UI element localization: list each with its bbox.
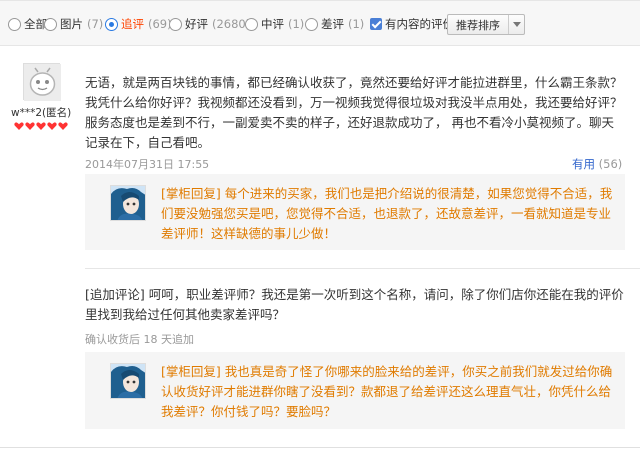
seller-portrait-icon [111,186,145,220]
sort-selected-value: 推荐排序 [456,18,500,32]
followup-meta: 确认收货后 18 天追加 [85,333,194,346]
seller-reply-text: [掌柜回复] 每个进来的买家，我们也是把介绍说的很清楚，如果您觉得不合适，我们要… [161,186,613,241]
default-avatar-icon [24,64,61,101]
filter-with-content[interactable]: 有内容的评价 [370,15,454,33]
filter-neutral[interactable]: 中评 (1) [245,15,304,33]
filter-pictures-radio[interactable] [44,17,57,31]
filter-positive-radio[interactable] [169,17,182,31]
heart-icon [58,119,68,130]
filter-negative-radio[interactable] [305,17,318,31]
seller-portrait-icon [111,364,145,398]
with-content-checkbox[interactable] [370,18,382,30]
filter-followup-radio[interactable] [105,17,118,31]
useful-count: (56) [598,157,623,171]
review-date: 2014年07月31日 17:55 [85,158,210,171]
seller-reply: [掌柜回复] 每个进来的买家，我们也是把介绍说的很清楚，如果您觉得不合适，我们要… [85,174,625,250]
reviewer-username: w***2(匿名) [11,107,72,119]
seller-followup-reply-text: [掌柜回复] 我也真是奇了怪了你哪来的脸来给的差评，你买之前我们就发过给你确认收… [161,364,613,419]
followup-comment-text: [追加评论] 呵呵，职业差评师？我还是第一次听到这个名称，请问，除了你们店你还能… [85,287,624,322]
filter-positive[interactable]: 好评 (2680) [169,15,250,33]
filter-pictures[interactable]: 图片 (7) [44,15,103,33]
divider [0,447,640,448]
seller-avatar [110,185,146,221]
filter-negative-count: (1) [348,17,365,31]
filter-neutral-label: 中评 [261,17,284,31]
with-content-label: 有内容的评价 [385,17,454,31]
filter-negative-label: 差评 [321,17,344,31]
filter-pictures-count: (7) [87,17,104,31]
useful-label: 有用 [572,157,595,171]
divider [85,268,640,269]
useful-button[interactable]: 有用 (56) [572,156,622,172]
heart-icon [14,119,24,130]
filter-neutral-count: (1) [288,17,305,31]
filter-all-radio[interactable] [8,17,21,31]
filter-positive-label: 好评 [185,17,208,31]
filter-followup[interactable]: 追评 (69) [105,15,172,33]
sort-dropdown[interactable]: 推荐排序 [447,14,525,35]
reviewer-rank-icons [14,119,68,130]
heart-icon [47,119,57,130]
filter-all[interactable]: 全部 [8,15,47,33]
heart-icon [25,119,35,130]
filter-negative[interactable]: 差评 (1) [305,15,364,33]
filter-followup-label: 追评 [121,17,144,31]
review-filter-bar: 全部 图片 (7) 追评 (69) 好评 (2680) 中评 (1) 差评 (1… [0,0,640,46]
seller-followup-reply: [掌柜回复] 我也真是奇了怪了你哪来的脸来给的差评，你买之前我们就发过给你确认收… [85,352,625,429]
seller-avatar [110,363,146,399]
chevron-down-icon[interactable] [508,15,524,34]
filter-neutral-radio[interactable] [245,17,258,31]
avatar [23,63,61,101]
filter-pictures-label: 图片 [60,17,83,31]
heart-icon [36,119,46,130]
review-text: 无语，就是两百块钱的事情，都已经确认收获了，竟然还要给好评才能拉进群里，什么霸王… [85,75,623,150]
